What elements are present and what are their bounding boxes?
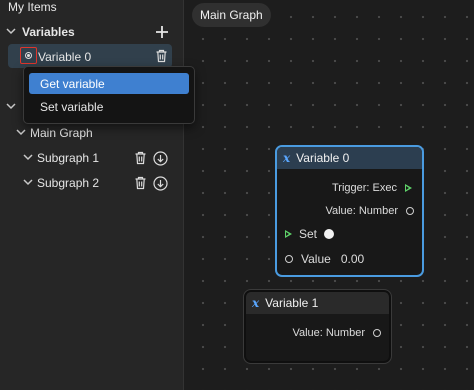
context-menu: Get variable Set variable — [23, 66, 195, 124]
chevron-down-icon[interactable] — [4, 102, 18, 113]
variable-node[interactable]: x Variable 1 Value: Number — [243, 289, 392, 364]
set-toggle[interactable] — [324, 229, 335, 239]
exec-port-icon[interactable] — [405, 184, 412, 192]
node-title: Variable 1 — [265, 296, 319, 310]
variable-item-label: Variable 0 — [38, 50, 92, 64]
chevron-down-icon[interactable] — [14, 128, 28, 139]
subgraph-label: Subgraph 1 — [37, 151, 100, 165]
value-input[interactable]: 0.00 — [341, 252, 364, 266]
panel-title: My Items — [8, 0, 57, 14]
chevron-down-icon[interactable] — [21, 178, 35, 189]
data-port-icon[interactable] — [406, 207, 414, 215]
plus-icon[interactable] — [154, 24, 170, 40]
port-label: Value: Number — [325, 205, 398, 217]
port-label: Value: Number — [292, 327, 365, 339]
variables-section-label: Variables — [22, 25, 75, 39]
output-port-value[interactable]: Value: Number — [325, 205, 414, 217]
port-label: Value — [301, 252, 331, 266]
trash-icon[interactable] — [153, 48, 169, 64]
output-port-value[interactable]: Value: Number — [292, 327, 381, 339]
data-port-icon[interactable] — [285, 255, 293, 263]
main-graph-item[interactable]: Main Graph — [0, 121, 183, 145]
main-graph-label: Main Graph — [30, 126, 93, 140]
variable-item[interactable]: Variable 0 — [8, 44, 172, 68]
output-port-trigger[interactable]: Trigger: Exec — [332, 182, 412, 194]
radio-icon[interactable] — [20, 47, 37, 64]
port-label: Trigger: Exec — [331, 182, 397, 194]
port-label: Set — [299, 227, 318, 241]
variable-x-icon: x — [283, 151, 291, 165]
sidebar: My Items Variables Variable 0 Main Graph… — [0, 0, 184, 390]
node-header[interactable]: x Variable 0 — [277, 147, 422, 169]
input-port-value[interactable]: Value 0.00 — [285, 252, 364, 266]
trash-icon[interactable] — [132, 175, 148, 191]
variable-x-icon: x — [252, 296, 260, 310]
input-port-set[interactable]: Set — [285, 227, 335, 241]
chevron-down-icon[interactable] — [4, 27, 18, 38]
node-title: Variable 0 — [296, 151, 350, 165]
menu-item-get-variable[interactable]: Get variable — [29, 73, 189, 94]
node-header[interactable]: x Variable 1 — [246, 292, 389, 314]
download-circle-icon[interactable] — [152, 175, 168, 191]
menu-item-set-variable[interactable]: Set variable — [29, 96, 189, 117]
download-circle-icon[interactable] — [152, 150, 168, 166]
data-port-icon[interactable] — [373, 329, 381, 337]
trash-icon[interactable] — [132, 150, 148, 166]
chevron-down-icon[interactable] — [21, 153, 35, 164]
tab-main-graph[interactable]: Main Graph — [192, 3, 271, 27]
exec-port-icon[interactable] — [285, 230, 292, 238]
variable-node[interactable]: x Variable 0 Trigger: Exec Value: Number… — [275, 145, 424, 277]
subgraph-label: Subgraph 2 — [37, 176, 100, 190]
